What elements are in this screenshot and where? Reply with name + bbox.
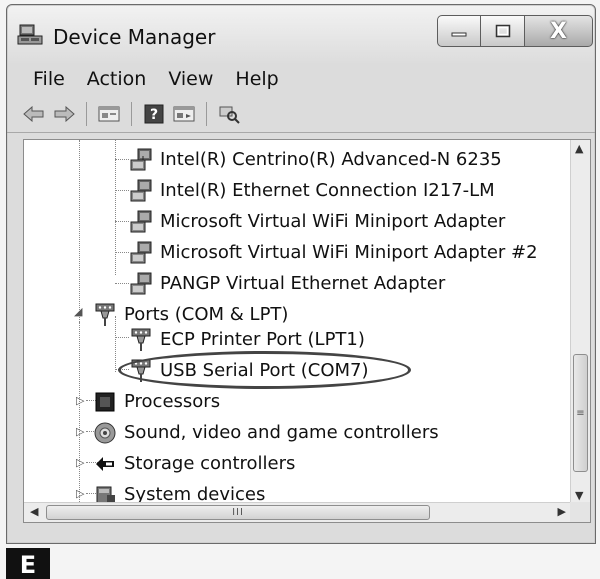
back-arrow-icon[interactable] xyxy=(21,102,47,126)
figure-caption: E xyxy=(0,546,600,579)
update-driver-icon[interactable] xyxy=(171,102,197,126)
scroll-up-arrow-icon[interactable]: ▲ xyxy=(575,142,583,155)
tree-guide-line xyxy=(115,159,129,160)
tree-guide-line xyxy=(79,140,80,322)
tree-item-label: Microsoft Virtual WiFi Miniport Adapter … xyxy=(160,242,538,263)
tree-category-sound-video[interactable]: Sound, video and game controllers xyxy=(92,417,439,448)
menu-bar: File Action View Help xyxy=(7,63,595,95)
svg-text:?: ? xyxy=(150,107,158,123)
expand-arrow-icon[interactable]: ▷ xyxy=(76,487,84,500)
tree-item-ms-virtual-wifi-2[interactable]: Microsoft Virtual WiFi Miniport Adapter … xyxy=(128,237,538,268)
tree-item-label: Microsoft Virtual WiFi Miniport Adapter xyxy=(160,211,506,232)
tree-item-ms-virtual-wifi[interactable]: Microsoft Virtual WiFi Miniport Adapter xyxy=(128,206,505,237)
device-manager-icon xyxy=(17,24,43,45)
scroll-down-arrow-icon[interactable]: ▼ xyxy=(575,489,583,502)
collapse-arrow-icon[interactable]: ◢ xyxy=(74,305,82,318)
close-button[interactable]: X xyxy=(525,15,593,47)
processor-icon xyxy=(92,389,118,415)
tree-guide-line xyxy=(115,283,129,284)
tree-item-label: PANGP Virtual Ethernet Adapter xyxy=(160,273,446,294)
network-adapter-icon xyxy=(128,178,154,204)
expand-arrow-icon[interactable]: ▷ xyxy=(76,456,84,469)
tree-guide-line xyxy=(115,221,129,222)
tree-item-intel-centrino[interactable]: Intel(R) Centrino(R) Advanced-N 6235 xyxy=(128,144,502,175)
menu-help[interactable]: Help xyxy=(235,68,278,90)
tree-guide-line xyxy=(115,140,116,275)
menu-file[interactable]: File xyxy=(33,68,65,90)
device-tree: Intel(R) Centrino(R) Advanced-N 6235 Int… xyxy=(23,139,591,523)
maximize-button[interactable] xyxy=(481,15,525,47)
network-adapter-icon xyxy=(128,147,154,173)
tree-item-pangp-adapter[interactable]: PANGP Virtual Ethernet Adapter xyxy=(128,268,445,299)
horizontal-scroll-thumb[interactable]: III xyxy=(46,505,430,520)
tree-category-processors[interactable]: Processors xyxy=(92,386,220,417)
properties-icon[interactable] xyxy=(96,102,122,126)
scan-hardware-icon[interactable] xyxy=(216,102,242,126)
tree-guide-line xyxy=(79,322,80,512)
menu-action[interactable]: Action xyxy=(87,68,147,90)
figure-label-badge: E xyxy=(6,548,50,579)
toolbar-separator xyxy=(206,101,207,126)
scroll-left-arrow-icon[interactable]: ◀ xyxy=(30,505,38,518)
scroll-right-arrow-icon[interactable]: ▶ xyxy=(558,505,566,518)
minimize-icon xyxy=(451,32,467,37)
toolbar-separator xyxy=(131,101,132,126)
minimize-button[interactable] xyxy=(437,15,481,47)
sound-icon xyxy=(92,420,118,446)
tree-item-intel-ethernet[interactable]: Intel(R) Ethernet Connection I217-LM xyxy=(128,175,495,206)
tree-item-label: Processors xyxy=(124,391,221,412)
toolbar-separator xyxy=(86,101,87,126)
scrollbar-corner xyxy=(570,502,590,522)
title-bar: Device Manager X xyxy=(7,5,595,63)
help-icon[interactable]: ? xyxy=(141,102,167,126)
window-title: Device Manager xyxy=(53,25,216,49)
tree-guide-line xyxy=(115,190,129,191)
close-icon: X xyxy=(550,18,567,44)
tree-category-storage[interactable]: Storage controllers xyxy=(92,448,295,479)
tree-guide-line xyxy=(115,337,129,338)
port-icon xyxy=(128,327,154,353)
network-adapter-icon xyxy=(128,209,154,235)
toolbar: ? xyxy=(7,95,595,133)
tree-item-label: ECP Printer Port (LPT1) xyxy=(160,329,365,350)
device-manager-window: Device Manager X File Action View Help ?… xyxy=(6,4,596,544)
maximize-icon xyxy=(495,24,510,38)
menu-view[interactable]: View xyxy=(168,68,213,90)
tree-item-label: Ports (COM & LPT) xyxy=(124,304,289,325)
vertical-scrollbar[interactable]: ▲ ≡ ▼ xyxy=(570,140,590,504)
storage-icon xyxy=(92,451,118,477)
tree-guide-line xyxy=(115,252,129,253)
expand-arrow-icon[interactable]: ▷ xyxy=(76,394,84,407)
forward-arrow-icon[interactable] xyxy=(51,102,77,126)
highlight-ring xyxy=(118,351,411,389)
network-adapter-icon xyxy=(128,240,154,266)
network-adapter-icon xyxy=(128,271,154,297)
expand-arrow-icon[interactable]: ▷ xyxy=(76,425,84,438)
tree-item-label: Intel(R) Ethernet Connection I217-LM xyxy=(160,180,495,201)
tree-item-label: Sound, video and game controllers xyxy=(124,422,439,443)
tree-item-label: Storage controllers xyxy=(124,453,296,474)
port-icon xyxy=(92,302,118,328)
horizontal-scrollbar[interactable]: ◀ III ▶ xyxy=(24,502,572,522)
vertical-scroll-thumb[interactable]: ≡ xyxy=(573,354,588,472)
tree-item-label: Intel(R) Centrino(R) Advanced-N 6235 xyxy=(160,149,502,170)
